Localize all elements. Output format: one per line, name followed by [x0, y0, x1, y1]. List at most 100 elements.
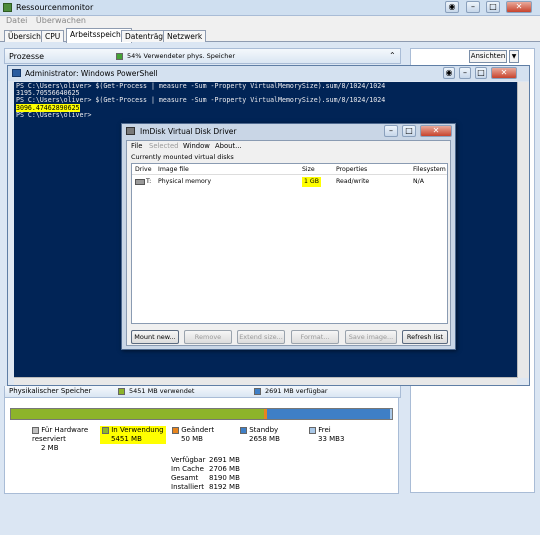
hardware-value: 2 MB [41, 444, 59, 452]
list-title: Currently mounted virtual disks [131, 153, 234, 161]
avail-swatch [254, 388, 261, 395]
imdisk-window[interactable]: ImDisk Virtual Disk Driver – □ ✕ File Se… [121, 123, 456, 350]
legend-hardware: Für Hardware reserviert 2 MB [32, 426, 92, 453]
menu-file[interactable]: File [131, 141, 142, 151]
stat-label: Im Cache [171, 465, 204, 473]
list-header: Drive Image file Size Properties Filesys… [132, 164, 447, 175]
disk-size: 1 GB [302, 177, 321, 187]
stat-label: Gesamt [171, 474, 199, 482]
imdisk-body: File Selected Window About... Currently … [126, 140, 451, 346]
legend-standby: Standby 2658 MB [240, 426, 280, 444]
processes-header[interactable]: Prozesse 54% Verwendeter phys. Speicher … [4, 48, 401, 64]
modified-label: Geändert [181, 426, 215, 434]
menu-datei[interactable]: Datei [6, 16, 27, 25]
col-properties[interactable]: Properties [336, 164, 367, 175]
powershell-title: Administrator: Windows PowerShell [25, 69, 158, 78]
memory-bar-segment-in-use [11, 409, 265, 419]
legend-modified: Geändert 50 MB [172, 426, 214, 444]
free-label: Frei [318, 426, 331, 434]
legend-free: Frei 33 MB3 [309, 426, 344, 444]
imdisk-minimize-button[interactable]: – [384, 125, 398, 137]
save-image-button[interactable]: Save image... [345, 330, 397, 344]
extend-size-button[interactable]: Extend size... [237, 330, 285, 344]
list-item[interactable]: T: Physical memory 1 GB Read/write N/A [132, 177, 447, 187]
close-button[interactable]: ✕ [506, 1, 532, 13]
ps-minimize-button[interactable]: – [459, 67, 471, 79]
hardware-label: Für Hardware reserviert [32, 426, 89, 443]
memory-stats: Verfügbar 2691 MB Im Cache 2706 MB Gesamt 8… [171, 456, 240, 492]
tab-bar: Übersicht CPU Arbeitsspeicher Datenträge… [0, 28, 540, 43]
used-text: 5451 MB verwendet [129, 387, 195, 395]
ps-close-button[interactable]: ✕ [491, 67, 517, 79]
memory-bar-segment-standby [266, 409, 391, 419]
menu-selected[interactable]: Selected [149, 141, 178, 151]
standby-label: Standby [249, 426, 279, 434]
imdisk-close-button[interactable]: ✕ [420, 125, 452, 137]
stat-value: 8192 MB [209, 483, 240, 491]
disk-list[interactable]: Drive Image file Size Properties Filesys… [131, 163, 448, 324]
usage-text: 54% Verwendeter phys. Speicher [127, 52, 236, 60]
col-image[interactable]: Image file [158, 164, 189, 175]
console-line: PS C:\Users\oliver> $(Get-Process | meas… [16, 82, 386, 90]
tab-cpu[interactable]: CPU [41, 30, 65, 42]
refresh-list-button[interactable]: Refresh list [402, 330, 448, 344]
horizontal-scrollbar[interactable] [14, 377, 517, 385]
eye-icon[interactable]: ◉ [445, 1, 459, 13]
console-line: PS C:\Users\oliver> $(Get-Process | meas… [16, 96, 386, 105]
console-line: 3096.47462890625 [16, 103, 522, 112]
expand-chevron-icon[interactable]: ⌃ [389, 51, 396, 60]
minimize-button[interactable]: – [466, 1, 480, 13]
in-use-label: In Verwendung [111, 426, 164, 434]
standby-swatch [240, 426, 247, 434]
standby-value: 2658 MB [249, 435, 280, 443]
legend-in-use: In Verwendung 5451 MB [100, 426, 166, 444]
console-line: PS C:\Users\oliver> [16, 110, 92, 119]
vertical-scrollbar[interactable] [517, 82, 529, 378]
menu-about[interactable]: About... [215, 141, 242, 151]
window-title: Ressourcenmonitor [16, 3, 94, 12]
menu-bar: Datei Überwachen [0, 16, 540, 28]
app-icon [3, 3, 12, 12]
mount-new-button[interactable]: Mount new... [131, 330, 179, 344]
menu-window[interactable]: Window [183, 141, 210, 151]
drive-icon [135, 179, 145, 185]
in-use-swatch [102, 426, 109, 434]
imdisk-title: ImDisk Virtual Disk Driver [140, 127, 237, 136]
avail-text: 2691 MB verfügbar [265, 387, 328, 395]
memory-bar [10, 408, 393, 420]
stat-value: 2691 MB [209, 456, 240, 464]
modified-value: 50 MB [181, 435, 203, 443]
physical-memory-label: Physikalischer Speicher [9, 387, 92, 395]
stat-value: 8190 MB [209, 474, 240, 482]
format-button[interactable]: Format... [291, 330, 339, 344]
powershell-titlebar: Administrator: Windows PowerShell ◉ – □ … [8, 66, 529, 81]
processes-label: Prozesse [9, 52, 45, 61]
col-size[interactable]: Size [302, 164, 315, 175]
hardware-swatch [32, 426, 39, 434]
used-swatch [118, 388, 125, 395]
memory-bar-segment-free [390, 409, 392, 419]
image-file: Physical memory [158, 178, 211, 185]
ps-eye-icon[interactable]: ◉ [443, 67, 455, 79]
menu-ueberwachen[interactable]: Überwachen [36, 16, 86, 25]
titlebar: Ressourcenmonitor ◉ – □ ✕ [0, 0, 540, 16]
stat-label: Verfügbar [171, 456, 206, 464]
stat-label: Installiert [171, 483, 204, 491]
remove-button[interactable]: Remove [184, 330, 232, 344]
maximize-button[interactable]: □ [486, 1, 500, 13]
powershell-icon [12, 69, 21, 77]
in-use-value: 5451 MB [111, 435, 142, 443]
memory-panel: Für Hardware reserviert 2 MB In Verwendu… [4, 398, 399, 494]
disk-filesystem: N/A [413, 178, 424, 185]
views-button[interactable]: Ansichten [469, 50, 507, 63]
drive-letter: T: [146, 178, 152, 185]
imdisk-menu-bar: File Selected Window About... [127, 141, 450, 151]
tab-netzwerk[interactable]: Netzwerk [163, 30, 207, 42]
col-filesystem[interactable]: Filesystem [413, 164, 446, 175]
physical-memory-header[interactable]: Physikalischer Speicher 5451 MB verwende… [4, 386, 401, 398]
col-drive[interactable]: Drive [135, 164, 152, 175]
views-dropdown-icon[interactable]: ▼ [509, 50, 519, 63]
modified-swatch [172, 426, 179, 434]
ps-maximize-button[interactable]: □ [475, 67, 487, 79]
imdisk-maximize-button[interactable]: □ [402, 125, 416, 137]
